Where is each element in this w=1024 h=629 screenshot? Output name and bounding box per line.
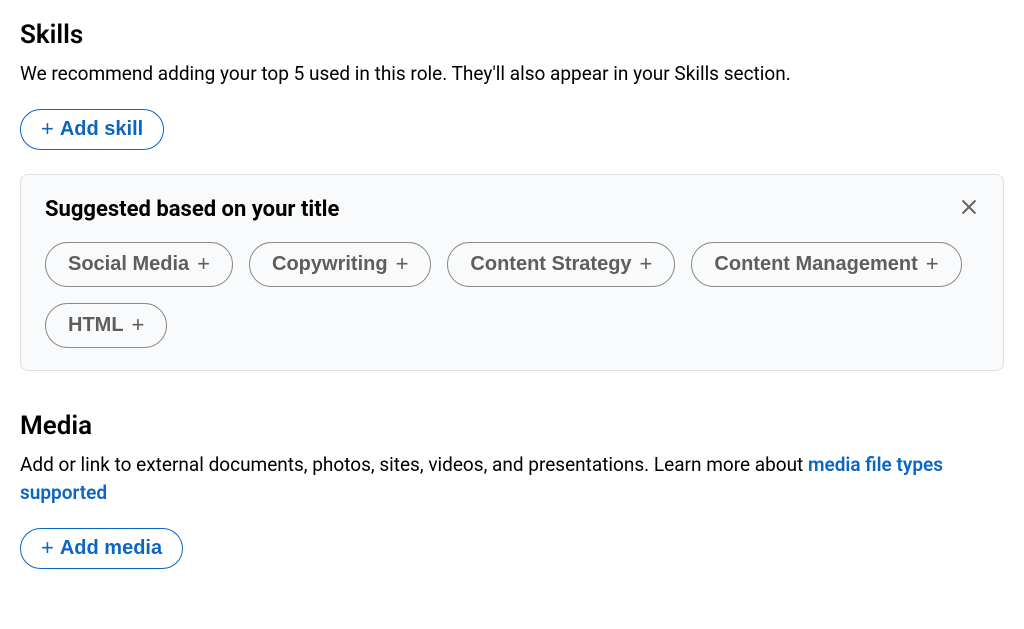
add-skill-label: Add skill: [60, 118, 143, 141]
skill-chip-label: Content Strategy: [470, 253, 631, 276]
add-media-button[interactable]: + Add media: [20, 528, 183, 569]
plus-icon: +: [640, 253, 653, 275]
plus-icon: +: [197, 253, 210, 275]
skill-chip[interactable]: Content Strategy +: [447, 242, 675, 287]
media-section: Media Add or link to external documents,…: [20, 411, 1004, 569]
plus-icon: +: [132, 314, 145, 336]
skill-chip[interactable]: HTML +: [45, 303, 167, 348]
plus-icon: +: [926, 253, 939, 275]
close-icon: [959, 197, 979, 217]
plus-icon: +: [41, 537, 54, 559]
skill-chip[interactable]: Content Management +: [691, 242, 961, 287]
suggestions-title: Suggested based on your title: [45, 197, 979, 222]
plus-icon: +: [41, 118, 54, 140]
skills-section: Skills We recommend adding your top 5 us…: [20, 20, 1004, 371]
skill-chip[interactable]: Copywriting +: [249, 242, 431, 287]
skill-chip-label: HTML: [68, 314, 124, 337]
media-subtitle: Add or link to external documents, photo…: [20, 451, 1004, 508]
add-skill-button[interactable]: + Add skill: [20, 109, 164, 150]
plus-icon: +: [396, 253, 409, 275]
skill-chip[interactable]: Social Media +: [45, 242, 233, 287]
skill-chip-label: Copywriting: [272, 253, 388, 276]
skills-title: Skills: [20, 20, 1004, 50]
add-media-label: Add media: [60, 537, 162, 560]
skill-chip-label: Content Management: [714, 253, 917, 276]
suggested-skills-list: Social Media + Copywriting + Content Str…: [45, 242, 979, 348]
close-suggestions-button[interactable]: [955, 193, 983, 224]
media-subtitle-text: Add or link to external documents, photo…: [20, 453, 808, 476]
suggestions-panel: Suggested based on your title Social Med…: [20, 174, 1004, 371]
media-title: Media: [20, 411, 1004, 441]
skill-chip-label: Social Media: [68, 253, 189, 276]
skills-subtitle: We recommend adding your top 5 used in t…: [20, 60, 1004, 89]
